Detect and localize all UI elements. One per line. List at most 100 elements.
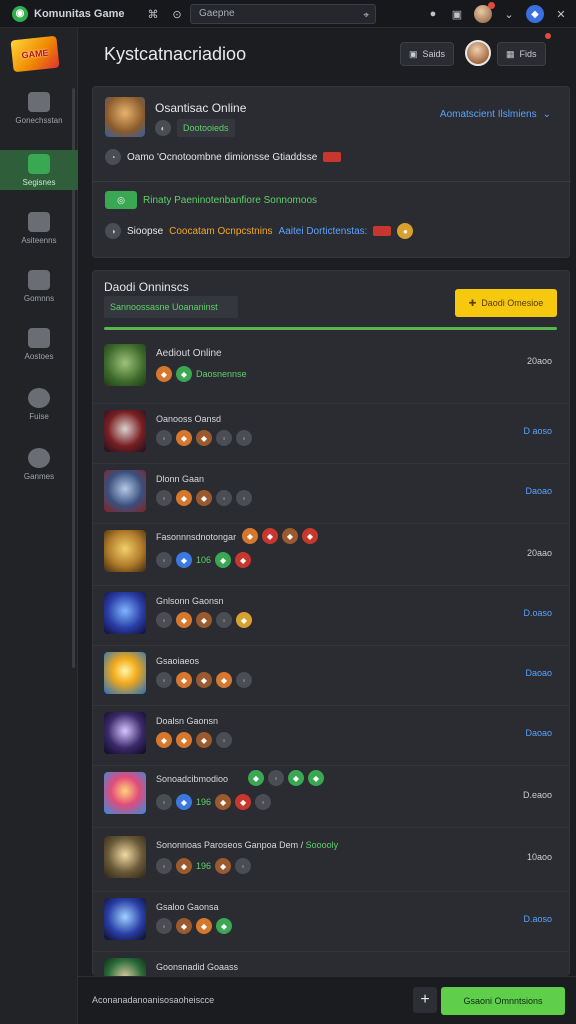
badge-icon: ◆ — [262, 528, 278, 544]
row-title: Gnlsonn Gaonsn — [156, 596, 224, 606]
list-item[interactable]: Aediout Online ◆ ◆ Daosnennse 20aoo — [92, 334, 570, 404]
list-item[interactable]: Goonsnadid Goaass — [92, 952, 570, 976]
row-time: Daoao — [525, 728, 552, 738]
badge-icon: ◦ — [216, 430, 232, 446]
badge-icon: ◆ — [216, 672, 232, 688]
list-item[interactable]: Gsaoiaeos ◦ ◆ ◆ ◆ ◦ Daoao — [92, 646, 570, 706]
list-item[interactable]: Oanooss Oansd ◦ ◆ ◆ ◦ ◦ D aoso — [92, 404, 570, 464]
badge-icon: ◆ — [176, 612, 192, 628]
sidebar: GAME Gonechsstan Segisnes Asiteenns Gomn… — [0, 28, 78, 1024]
list-item[interactable]: Dlonn Gaan ◦ ◆ ◆ ◦ ◦ Daoao — [92, 464, 570, 524]
close-icon[interactable]: ✕ — [554, 7, 568, 21]
link-icon[interactable]: ⌘ — [146, 7, 160, 21]
app-logo-icon: ◉ — [12, 5, 28, 22]
row-title-group: Sononnoas Paroseos Ganpoa Dem / Sooooly — [156, 840, 338, 850]
profile-avatar[interactable] — [465, 40, 491, 66]
notification-dot — [545, 33, 551, 39]
square-icon[interactable]: ▣ — [450, 7, 464, 21]
header-button-2[interactable]: ▦ Fids — [497, 42, 546, 66]
progress-line — [104, 327, 557, 330]
add-button[interactable]: + — [413, 987, 437, 1013]
row-chips: ◦ ◆ ◆ ◦ ◆ — [156, 612, 252, 628]
list-item[interactable]: Fasonnnsdnotongar ◆ ◆ ◆ ◆ ◦ ◆ 106 ◆ ◆ 20… — [92, 524, 570, 586]
badge-icon: ◦ — [216, 612, 232, 628]
refresh-icon[interactable]: ⊙ — [170, 7, 184, 21]
sidebar-item-label: Gomnns — [23, 293, 55, 303]
game-thumbnail[interactable] — [105, 97, 145, 137]
avatar[interactable] — [474, 2, 495, 23]
profile-icon — [28, 387, 50, 408]
row-sub: Daosnennse — [196, 369, 247, 379]
target-icon[interactable]: ● — [426, 7, 440, 21]
badge-icon: ◦ — [236, 672, 252, 688]
sidebar-item-1[interactable]: Segisnes — [0, 150, 78, 190]
sidebar-item-0[interactable]: Gonechsstan — [0, 88, 78, 128]
sidebar-item-5[interactable]: Fuise — [0, 384, 78, 424]
badge-icon: ◦ — [156, 612, 172, 628]
badge-icon: ◦ — [236, 430, 252, 446]
badge-icon: ◆ — [156, 366, 172, 382]
featured-game-card: Osantisac Online ◐ Dootooieds Aomatscien… — [92, 86, 571, 258]
game-tag: Dootooieds — [177, 119, 235, 137]
add-game-button[interactable]: ✚ Daodi Omesioe — [455, 289, 557, 317]
clock-icon: ◔ — [105, 149, 121, 165]
row-chips: ◦ ◆ ◆ ◦ ◦ — [156, 430, 252, 446]
list-item[interactable]: Doalsn Gaonsn ◆ ◆ ◆ ◦ Daoao — [92, 706, 570, 766]
chevron-icon[interactable]: ⌄ — [502, 7, 516, 21]
topbar-actions: ● ▣ ⌄ ◆ ✕ — [426, 2, 568, 23]
badge-icon: ◆ — [196, 612, 212, 628]
list-title: Daodi Onninscs — [104, 280, 189, 294]
sidebar-item-4[interactable]: Aostoes — [0, 324, 78, 364]
list-item[interactable]: Gnlsonn Gaonsn ◦ ◆ ◆ ◦ ◆ D.oaso — [92, 586, 570, 646]
notification-dot — [488, 2, 495, 9]
row-highlight: Sooooly — [305, 840, 339, 850]
info-line-3-prefix: Sioopse — [127, 225, 164, 237]
page-title: Kystcatnacriadioo — [104, 44, 247, 64]
chevron-down-icon: ⌄ — [542, 109, 551, 120]
badge-icon: ◆ — [302, 528, 318, 544]
gamepad-icon: ◎ — [105, 191, 137, 209]
row-time: Daoao — [525, 486, 552, 496]
info-line-3-blue: Aaitei Dortictenstas: — [278, 225, 368, 237]
sidebar-item-2[interactable]: Asiteenns — [0, 208, 78, 248]
row-chips: ◦ ◆ 106 ◆ ◆ — [156, 552, 252, 568]
row-title: Sonoadcibmodioo — [156, 774, 229, 784]
info-line-3: ◑ Sioopse Coocatam Ocnpcstnins Aaitei Do… — [105, 223, 414, 239]
list-item[interactable]: Gsaloo Gaonsa ◦ ◆ ◆ ◆ D.aoso — [92, 892, 570, 952]
badge-icon: ◦ — [156, 858, 172, 874]
sidebar-item-3[interactable]: Gomnns — [0, 266, 78, 306]
badge-icon: ◦ — [156, 672, 172, 688]
list-item[interactable]: Sononnoas Paroseos Ganpoa Dem / Sooooly … — [92, 828, 570, 892]
badge-icon: ◦ — [216, 732, 232, 748]
badge-icon: ◆ — [282, 528, 298, 544]
sidebar-item-label: Gonechsstan — [15, 115, 63, 125]
compass-icon — [28, 447, 50, 468]
brand-logo[interactable]: GAME — [10, 35, 60, 73]
flag-icon — [323, 152, 342, 162]
row-chips: ◦ ◆ ◆ ◆ — [156, 918, 232, 934]
badge-icon: ◆ — [176, 490, 192, 506]
row-sub: 196 — [196, 797, 212, 807]
sidebar-item-6[interactable]: Ganmes — [0, 444, 78, 484]
search-icon[interactable]: ⌖ — [363, 7, 369, 25]
notification-icon[interactable]: ◆ — [526, 5, 544, 23]
achievement-dropdown[interactable]: Aomatscient Ilslmiens ⌄ — [440, 109, 551, 120]
list-search-input[interactable]: Sannoossasne Uoananinst — [104, 296, 238, 318]
game-thumbnail — [104, 530, 146, 572]
primary-action-button[interactable]: Gsaoni Omnntsions — [441, 987, 565, 1015]
game-thumbnail — [104, 712, 146, 754]
search-input[interactable]: Gaepne ⌖ — [190, 4, 376, 24]
list-item[interactable]: Sonoadcibmodioo ◆ ◦ ◆ ◆ ◦ ◆ 196 ◆ ◆ ◦ D.… — [92, 766, 570, 828]
header-button-1[interactable]: ▣ Saids — [400, 42, 455, 66]
row-time: 10aoo — [526, 852, 552, 862]
puzzle-icon — [28, 91, 50, 112]
row-title: Oanooss Oansd — [156, 414, 222, 424]
dropdown-label: Aomatscient Ilslmiens — [439, 109, 537, 120]
badge-icon: ◆ — [176, 732, 192, 748]
badge-icon: ◆ — [196, 672, 212, 688]
header-button-2-label: Fids — [519, 49, 537, 59]
coin-icon: ● — [397, 223, 414, 239]
info-line-2-text: Rinaty Paeninotenbanfiore Sonnomoos — [143, 194, 318, 206]
row-sub: 196 — [196, 861, 212, 871]
badge-icon: ◆ — [236, 612, 252, 628]
